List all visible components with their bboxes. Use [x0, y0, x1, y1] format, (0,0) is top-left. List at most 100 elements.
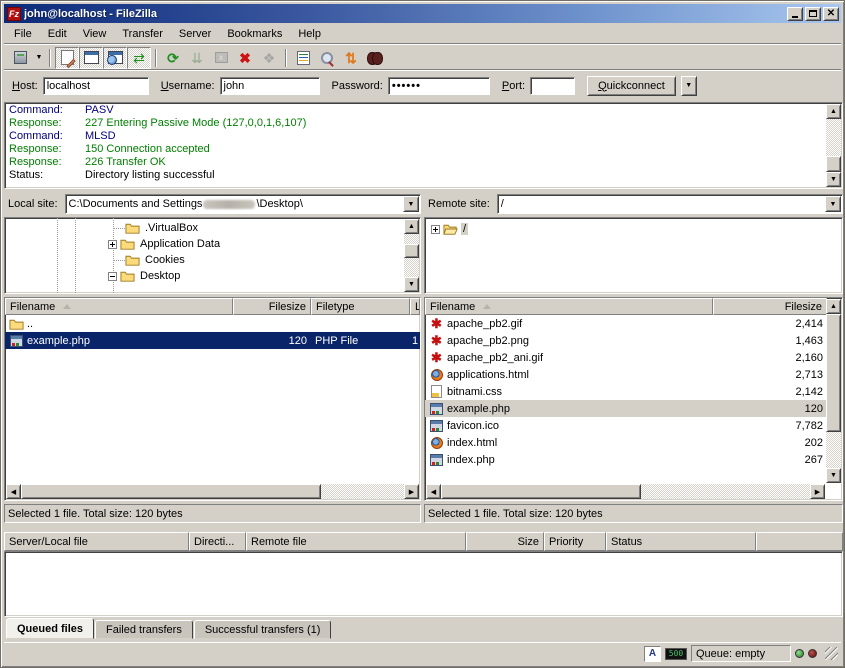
scroll-down-icon[interactable]: ▼: [404, 277, 419, 292]
transfer-type-icon[interactable]: A: [644, 646, 661, 662]
local-file-list[interactable]: Filename Filesize Filetype L .. example.…: [4, 297, 421, 501]
filesize: 1,463: [795, 335, 823, 347]
resize-grip[interactable]: [825, 647, 838, 660]
scroll-up-icon[interactable]: ▲: [826, 104, 841, 119]
menu-server[interactable]: Server: [171, 26, 219, 42]
expand-icon[interactable]: [108, 240, 117, 249]
menu-transfer[interactable]: Transfer: [114, 26, 171, 42]
scroll-right-icon[interactable]: ▶: [810, 484, 825, 499]
toggle-local-tree-button[interactable]: [79, 47, 103, 69]
host-input[interactable]: localhost: [43, 77, 149, 95]
column-header-server-local-file[interactable]: Server/Local file: [4, 532, 189, 551]
username-input[interactable]: john: [220, 77, 320, 95]
port-input[interactable]: [530, 77, 575, 95]
tree-item-desktop[interactable]: Desktop: [108, 268, 182, 284]
quickconnect-dropdown[interactable]: ▼: [681, 76, 697, 96]
remote-site-combobox[interactable]: / ▼: [497, 194, 843, 214]
tab-successful-transfers[interactable]: Successful transfers (1): [194, 620, 332, 639]
local-tree-scrollbar[interactable]: ▲ ▼: [404, 219, 419, 292]
reconnect-button[interactable]: ❖: [257, 47, 281, 69]
file-row-selected[interactable]: example.php 120 PHP File 1: [5, 332, 420, 349]
menu-bookmarks[interactable]: Bookmarks: [219, 26, 290, 42]
file-row[interactable]: ✱apache_pb2.png 1,463: [425, 332, 827, 349]
column-header-priority[interactable]: Priority: [544, 532, 606, 551]
find-files-button[interactable]: [363, 47, 387, 69]
menu-help[interactable]: Help: [290, 26, 329, 42]
tree-item-virtualbox[interactable]: .VirtualBox: [113, 220, 200, 236]
process-queue-button[interactable]: ⇊: [185, 47, 209, 69]
column-header-remote-file[interactable]: Remote file: [246, 532, 466, 551]
tree-item-root[interactable]: /: [431, 221, 468, 237]
quickconnect-button[interactable]: Quickconnect: [587, 76, 676, 96]
scroll-left-icon[interactable]: ◀: [6, 484, 21, 499]
menu-edit[interactable]: Edit: [40, 26, 75, 42]
password-input[interactable]: ••••••: [388, 77, 490, 95]
menu-file[interactable]: File: [6, 26, 40, 42]
disconnect-button[interactable]: ✖: [233, 47, 257, 69]
local-site-dropdown[interactable]: ▼: [403, 196, 419, 212]
column-header-direction[interactable]: Directi...: [189, 532, 246, 551]
scroll-left-icon[interactable]: ◀: [426, 484, 441, 499]
remote-list-vscrollbar[interactable]: ▲ ▼: [826, 299, 841, 483]
site-manager-dropdown[interactable]: ▼: [32, 47, 45, 69]
file-row[interactable]: ✱apache_pb2.gif 2,414: [425, 315, 827, 332]
remote-tree[interactable]: /: [424, 217, 843, 294]
scrollbar-thumb[interactable]: [826, 314, 841, 432]
collapse-icon[interactable]: [108, 272, 117, 281]
local-tree[interactable]: .VirtualBox Application Data Cookies Des…: [4, 217, 421, 294]
scrollbar-thumb[interactable]: [441, 484, 641, 499]
maximize-button[interactable]: [805, 7, 821, 21]
column-header-size[interactable]: Size: [466, 532, 544, 551]
log-label: Response:: [9, 143, 85, 156]
scrollbar-thumb[interactable]: [404, 244, 419, 258]
menu-view[interactable]: View: [75, 26, 115, 42]
file-row-selected[interactable]: example.php 120: [425, 400, 827, 417]
remote-list-hscrollbar[interactable]: ◀ ▶: [426, 484, 825, 499]
file-row[interactable]: applications.html 2,713: [425, 366, 827, 383]
remote-file-list[interactable]: Filename Filesize ✱apache_pb2.gif 2,414 …: [424, 297, 843, 501]
file-row[interactable]: bitnami.css 2,142: [425, 383, 827, 400]
column-header-filename[interactable]: Filename: [5, 298, 233, 315]
tab-queued-files[interactable]: Queued files: [6, 618, 94, 639]
column-header-filetype[interactable]: Filetype: [311, 298, 410, 315]
column-header-filesize[interactable]: Filesize: [713, 298, 827, 315]
cancel-operation-button[interactable]: x: [209, 47, 233, 69]
scroll-up-icon[interactable]: ▲: [826, 299, 841, 314]
remote-site-dropdown[interactable]: ▼: [825, 196, 841, 212]
file-row[interactable]: favicon.ico 7,782: [425, 417, 827, 434]
refresh-button[interactable]: ⟳: [161, 47, 185, 69]
column-header-filesize[interactable]: Filesize: [233, 298, 311, 315]
site-manager-button[interactable]: [8, 47, 32, 69]
close-button[interactable]: ✕: [823, 7, 839, 21]
tree-item-application-data[interactable]: Application Data: [108, 236, 222, 252]
scroll-right-icon[interactable]: ▶: [404, 484, 419, 499]
file-row[interactable]: index.php 267: [425, 451, 827, 468]
minimize-button[interactable]: [787, 7, 803, 21]
local-list-hscrollbar[interactable]: ◀ ▶: [6, 484, 419, 499]
scroll-down-icon[interactable]: ▼: [826, 468, 841, 483]
last-modified: 1: [412, 335, 418, 347]
column-header-lastmodified[interactable]: L: [410, 298, 420, 315]
scroll-down-icon[interactable]: ▼: [826, 172, 841, 187]
file-row[interactable]: ✱apache_pb2_ani.gif 2,160: [425, 349, 827, 366]
tree-item-cookies[interactable]: Cookies: [113, 252, 187, 268]
local-site-combobox[interactable]: C:\Documents and Settings\Desktop\ ▼: [65, 194, 421, 214]
queue-list[interactable]: [4, 551, 843, 617]
scrollbar-thumb[interactable]: [21, 484, 321, 499]
file-row[interactable]: index.html 202: [425, 434, 827, 451]
directory-comparison-button[interactable]: [315, 47, 339, 69]
toggle-queue-button[interactable]: ⇄: [127, 47, 151, 69]
filter-button[interactable]: [291, 47, 315, 69]
file-row-parent[interactable]: ..: [5, 315, 420, 332]
scroll-up-icon[interactable]: ▲: [404, 219, 419, 234]
scrollbar-thumb[interactable]: [826, 156, 841, 172]
toggle-remote-tree-button[interactable]: [103, 47, 127, 69]
synchronized-browsing-button[interactable]: ⇅: [339, 47, 363, 69]
toggle-message-log-button[interactable]: [55, 47, 79, 69]
log-scrollbar[interactable]: ▲ ▼: [826, 104, 841, 187]
speed-limit-icon[interactable]: 500: [665, 648, 687, 660]
column-header-filename[interactable]: Filename: [425, 298, 713, 315]
tab-failed-transfers[interactable]: Failed transfers: [95, 620, 193, 639]
column-header-status[interactable]: Status: [606, 532, 756, 551]
expand-icon[interactable]: [431, 225, 440, 234]
